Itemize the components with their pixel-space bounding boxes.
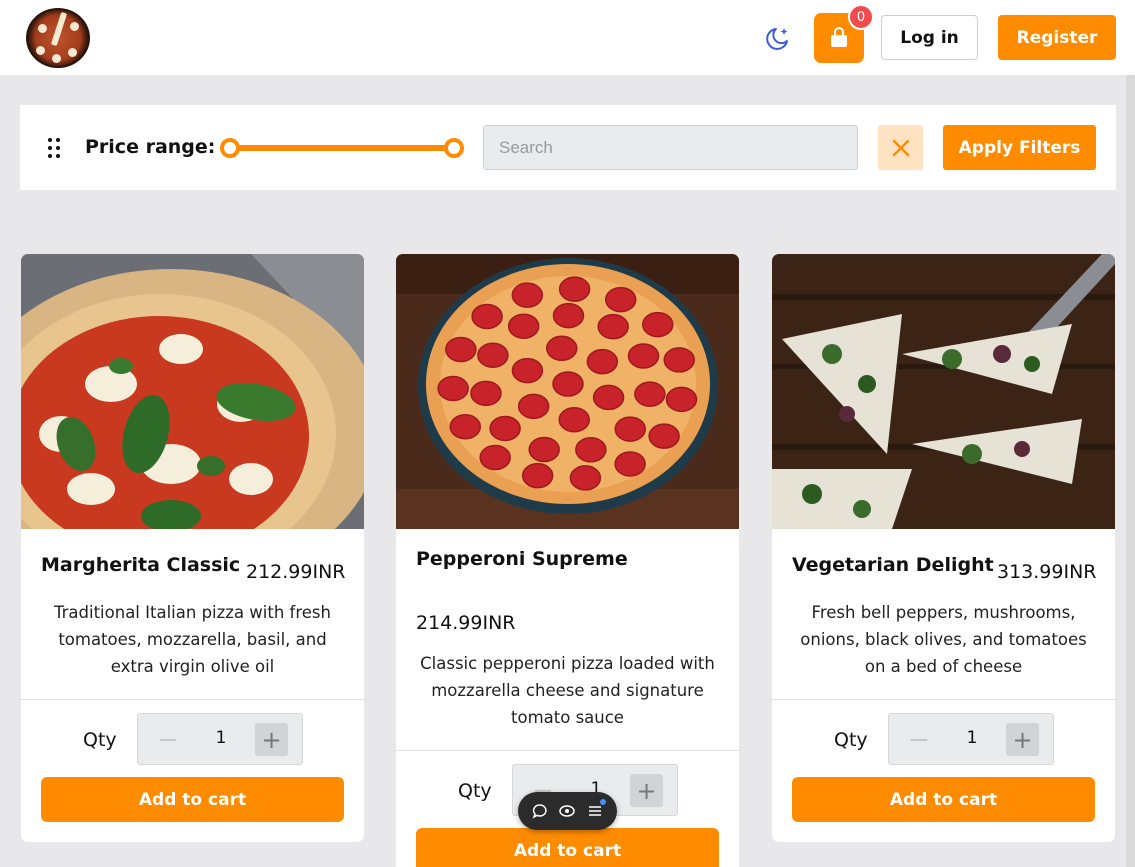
scrollbar[interactable] (1126, 75, 1135, 867)
search-input[interactable] (483, 125, 858, 170)
slider-min-handle[interactable] (220, 138, 240, 158)
quantity-stepper: − 1 + (888, 713, 1054, 765)
card-divider (396, 750, 739, 751)
quantity-value[interactable]: 1 (198, 728, 244, 748)
site-header: 0 Log in Register (0, 0, 1135, 75)
increment-button[interactable]: + (630, 774, 663, 807)
slider-track (230, 145, 454, 151)
product-description: Traditional Italian pizza with fresh tom… (53, 603, 331, 676)
quantity-stepper: − 1 + (137, 713, 303, 765)
pepperoni-pizza-image (396, 254, 739, 529)
quantity-value[interactable]: 1 (949, 728, 995, 748)
card-divider (21, 699, 364, 700)
decrement-button[interactable]: − (152, 724, 184, 756)
product-card: Margherita Classic 212.99INR Traditional… (21, 254, 364, 842)
filter-bar: Price range: Apply Filters (20, 105, 1116, 190)
increment-button[interactable]: + (255, 723, 288, 756)
register-button[interactable]: Register (998, 15, 1116, 60)
pizza-logo[interactable] (26, 8, 90, 68)
notification-dot (600, 799, 607, 805)
menu-icon[interactable] (585, 799, 607, 821)
moon-stars-icon[interactable] (762, 24, 792, 54)
add-to-cart-button[interactable]: Add to cart (792, 777, 1095, 822)
add-to-cart-button[interactable]: Add to cart (41, 777, 344, 822)
card-divider (772, 699, 1115, 700)
apply-filters-button[interactable]: Apply Filters (943, 125, 1096, 170)
price-range-slider[interactable] (220, 138, 464, 158)
product-description: Classic pepperoni pizza loaded with mozz… (420, 654, 715, 727)
cart-count-badge: 0 (848, 4, 874, 30)
decrement-button[interactable]: − (903, 724, 935, 756)
product-price: 212.99INR (246, 561, 346, 583)
close-icon (892, 139, 909, 156)
product-name: Pepperoni Supreme (416, 548, 628, 570)
product-card: Pepperoni Supreme 214.99INR Classic pepp… (396, 254, 739, 867)
floating-toolbar (518, 792, 617, 830)
drag-handle-icon[interactable] (48, 138, 60, 158)
qty-label: Qty (834, 729, 868, 751)
product-price: 214.99INR (416, 612, 516, 634)
eye-icon[interactable] (557, 801, 577, 821)
qty-label: Qty (458, 780, 492, 802)
slider-max-handle[interactable] (444, 138, 464, 158)
product-price: 313.99INR (997, 561, 1097, 583)
product-description: Fresh bell peppers, mushrooms, onions, b… (800, 603, 1087, 676)
price-range-label: Price range: (85, 136, 216, 158)
shopping-bag-icon (831, 27, 847, 47)
add-to-cart-button[interactable]: Add to cart (416, 828, 719, 867)
login-button[interactable]: Log in (881, 15, 978, 60)
product-name: Vegetarian Delight (792, 554, 994, 576)
margherita-pizza-image (21, 254, 364, 529)
clear-filters-button[interactable] (878, 125, 923, 170)
increment-button[interactable]: + (1006, 723, 1039, 756)
product-name: Margherita Classic (41, 554, 241, 576)
product-card: Vegetarian Delight 313.99INR Fresh bell … (772, 254, 1115, 842)
vegetarian-pizza-image (772, 254, 1115, 529)
comment-icon[interactable] (530, 801, 550, 821)
qty-label: Qty (83, 729, 117, 751)
